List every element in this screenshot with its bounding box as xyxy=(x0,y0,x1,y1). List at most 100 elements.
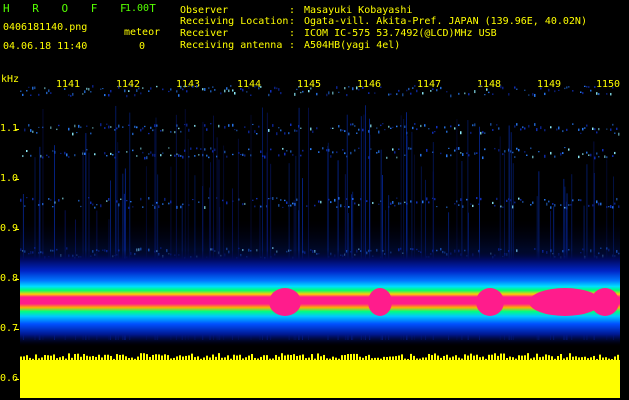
location-value: Ogata-vill. Akita-Pref. JAPAN (139.96E, … xyxy=(304,16,587,27)
spectrum-dot xyxy=(58,199,60,202)
spectrum-dot xyxy=(454,203,456,205)
spectrum-dot xyxy=(584,85,586,87)
spectrum-dot xyxy=(378,203,380,205)
spectrum-dot xyxy=(578,199,580,201)
spectrum-dot xyxy=(276,197,278,199)
spectrum-dot xyxy=(174,154,176,157)
spectrum-dot xyxy=(424,124,426,127)
spectrum-dot xyxy=(214,148,216,152)
spectrum-dot xyxy=(586,86,588,88)
spectrum-dot xyxy=(520,128,522,131)
noise-spike xyxy=(383,356,385,360)
spectrum-dot xyxy=(72,92,74,96)
spectrum-dot xyxy=(260,85,262,88)
spectrum-dot xyxy=(232,89,234,92)
spectrum-dot xyxy=(446,206,448,209)
spectrum-dot xyxy=(578,155,580,159)
noise-spike xyxy=(371,358,373,360)
spectrum-dot xyxy=(514,156,516,158)
noise-spike xyxy=(401,354,403,360)
spectrum-dot xyxy=(68,156,70,158)
spectrum-dot xyxy=(330,127,332,129)
spectrum-dot xyxy=(278,88,280,91)
spectrum-dot xyxy=(76,132,78,134)
spectrum-dot xyxy=(586,151,588,154)
spectrum-dot xyxy=(210,90,212,93)
spectrum-dot xyxy=(294,129,296,132)
spectrum-dot xyxy=(546,202,548,206)
spectrum-dot xyxy=(458,124,460,127)
spectrum-dot xyxy=(440,86,442,90)
noise-spike xyxy=(242,358,244,360)
spectrum-dot xyxy=(312,130,314,134)
spectrum-dot xyxy=(252,123,254,126)
spectrum-dot xyxy=(436,206,438,208)
spectrum-dot xyxy=(560,152,562,156)
spectrum-dot xyxy=(572,199,574,202)
spectrum-dot xyxy=(318,200,320,203)
spectrum-dot xyxy=(496,197,498,201)
spectrum-dot xyxy=(518,197,520,200)
noise-spike xyxy=(101,357,103,360)
noise-spike xyxy=(140,353,142,360)
spectrum-dot xyxy=(150,126,152,129)
spectrum-dot xyxy=(554,155,556,158)
spectrum-dot xyxy=(30,94,32,96)
noise-spike xyxy=(272,358,274,360)
noise-spike xyxy=(461,358,463,360)
spectrum-dot xyxy=(362,86,364,89)
noise-spike xyxy=(356,353,358,360)
spectrum-dot xyxy=(48,198,50,200)
noise-spike xyxy=(266,355,268,360)
spectrum-dot xyxy=(460,131,462,135)
noise-spike xyxy=(293,354,295,360)
spectrum-dot xyxy=(558,126,560,130)
spectrum-dot xyxy=(586,124,588,127)
spectrum-dot xyxy=(28,86,30,88)
noise-spike xyxy=(20,356,22,360)
noise-spike xyxy=(389,356,391,360)
spectrum-dot xyxy=(184,85,186,88)
spectrum-dot xyxy=(108,198,110,201)
spectrum-dot xyxy=(398,202,400,205)
spectrum-dot xyxy=(600,202,602,206)
spectrum-dot xyxy=(142,127,144,130)
spectrum-dot xyxy=(310,148,312,151)
spectrum-dot xyxy=(92,85,94,88)
spectrum-dot xyxy=(252,199,254,201)
spectrum-dot xyxy=(336,86,338,89)
spectrum-dot xyxy=(534,93,536,97)
spectrum-dot xyxy=(132,149,134,152)
noise-spike xyxy=(602,357,604,360)
spectrum-dot xyxy=(460,152,462,154)
y-tick-mark xyxy=(15,379,19,380)
noise-spike xyxy=(86,355,88,360)
spectrum-dot xyxy=(250,94,252,96)
spectrum-dot xyxy=(270,148,272,151)
spectrum-dot xyxy=(356,132,358,134)
noise-spike xyxy=(125,356,127,360)
location-separator: : xyxy=(289,16,296,27)
spectrum-dot xyxy=(108,94,110,97)
spectrum-dot xyxy=(232,123,234,127)
spectrum-dot xyxy=(204,148,206,151)
spectrum-dot xyxy=(236,129,238,132)
spectrum-dot xyxy=(484,148,486,151)
noise-spike xyxy=(77,353,79,360)
spectrum-dot xyxy=(90,201,92,205)
spectrum-dot xyxy=(412,126,414,130)
noise-spike xyxy=(551,356,553,360)
spectrum-dot xyxy=(100,88,102,90)
spectrum-dot xyxy=(580,91,582,93)
spectrum-dot xyxy=(254,205,256,208)
noise-spike xyxy=(308,357,310,360)
spectrum-dot xyxy=(196,85,198,88)
spectrum-dot xyxy=(596,200,598,204)
spectrum-dot xyxy=(226,201,228,205)
spectrum-dot xyxy=(288,132,290,135)
spectrum-dot xyxy=(308,90,310,93)
noise-spike xyxy=(587,358,589,360)
spectrum-dot xyxy=(514,125,516,128)
spectrum-dot xyxy=(612,123,614,126)
noise-spike xyxy=(482,356,484,360)
